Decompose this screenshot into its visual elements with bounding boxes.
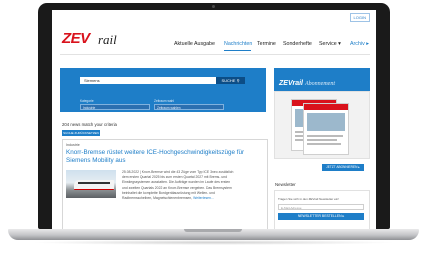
nav-sonderhefte[interactable]: Sonderhefte	[283, 41, 312, 47]
search-input[interactable]: Siemens	[80, 77, 216, 84]
nav-active-underline	[224, 50, 251, 51]
magazine-image	[307, 113, 345, 131]
nav-nachrichten[interactable]: Nachrichten	[224, 41, 252, 47]
nav-service[interactable]: Service ▾	[319, 41, 341, 47]
search-icon: ⚲	[236, 78, 240, 83]
nav-aktuelle-ausgabe[interactable]: Aktuelle Ausgabe	[174, 41, 215, 47]
article-title[interactable]: Knorr-Bremse rüstet weitere ICE-Hochgesc…	[66, 149, 262, 164]
subscribe-button[interactable]: JETZT ABONNIEREN ▸	[322, 164, 364, 171]
category-select[interactable]: Industrie	[80, 104, 150, 110]
search-panel: Kategorie Industrie Zeitraum wahl Zeitra…	[60, 68, 266, 112]
logo-rail-text: rail	[98, 32, 117, 47]
camera-icon	[212, 5, 215, 8]
article-image[interactable]	[66, 170, 116, 198]
magazine-line	[307, 143, 341, 145]
magazine-line	[307, 135, 343, 137]
read-more-link[interactable]: Weiterlesen...	[193, 196, 214, 200]
results-count: 204 news match your criteria	[62, 122, 117, 127]
newsletter-title: Newsletter	[275, 182, 296, 187]
article-teaser: 25.08.2022 | Knorr-Bremse wird die 43 Zü…	[122, 170, 260, 201]
abo-logo: ZEVrail	[279, 80, 303, 87]
period-select[interactable]: Zeitraum wahlen	[154, 104, 224, 110]
email-field[interactable]: E-Mail-Adresse	[278, 204, 364, 210]
magazine-cover	[303, 103, 349, 155]
search-button[interactable]: SUCHE ⚲	[216, 77, 245, 84]
nav-archiv[interactable]: Archiv ▸	[350, 41, 369, 47]
abo-magazine-stack[interactable]	[274, 91, 370, 159]
browser-screen: LOGIN ZEV rail Aktuelle Ausgabe Nachrich…	[52, 10, 376, 229]
article-category: Industrie	[66, 143, 80, 147]
magazine-header	[304, 104, 348, 110]
period-label: Zeitraum wahl	[154, 99, 175, 103]
main-nav: Aktuelle Ausgabe Nachrichten Termine Son…	[174, 41, 374, 51]
header-divider	[60, 54, 370, 55]
newsletter-subscribe-button[interactable]: NEWSLETTER BESTELLEN ▸	[278, 213, 364, 220]
teaser-line: Radbremsscheiben, Magnetschienenbremsen,…	[122, 196, 260, 201]
magazine-line	[307, 139, 337, 141]
reset-search-button[interactable]: SUCHE ZURÜCKSETZEN	[62, 130, 100, 136]
login-button[interactable]: LOGIN	[349, 13, 370, 22]
category-label: Kategorie	[80, 99, 94, 103]
logo-zev-text: ZEV	[62, 30, 90, 47]
laptop-notch	[184, 229, 242, 232]
search-button-label: SUCHE	[221, 78, 236, 83]
teaser-line-text: Radbremsscheiben, Magnetschienenbremsen,	[122, 196, 193, 201]
laptop-shadow	[30, 240, 397, 245]
train-windows	[78, 182, 110, 184]
newsletter-text: Tragen Sie sich in den ZEVrail Newslette…	[278, 197, 339, 201]
abo-title: Abonnement	[305, 81, 335, 87]
nav-termine[interactable]: Termine	[257, 41, 276, 47]
